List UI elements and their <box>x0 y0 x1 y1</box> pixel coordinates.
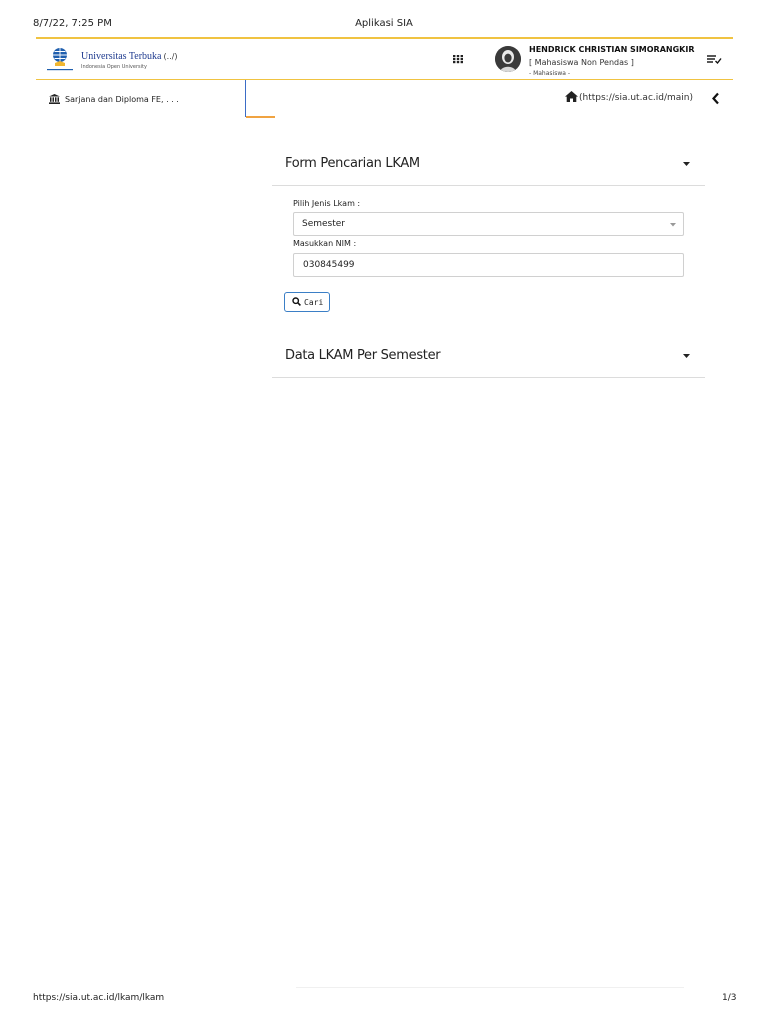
brand-link-suffix[interactable]: (../) <box>163 52 177 61</box>
home-link[interactable]: (https://sia.ut.ac.id/main) <box>565 91 693 103</box>
print-header: 8/7/22, 7:25 PM Aplikasi SIA <box>0 0 768 36</box>
user-avatar[interactable] <box>495 46 521 72</box>
data-section-divider <box>272 377 705 378</box>
menu-check-icon[interactable] <box>706 53 722 65</box>
user-role: [ Mahasiswa Non Pendas ] <box>529 58 634 67</box>
select-arrow-icon <box>670 223 676 227</box>
form-section-divider <box>272 185 705 186</box>
footer-divider <box>296 987 684 988</box>
home-icon <box>565 91 578 102</box>
caret-down-icon[interactable] <box>683 162 690 166</box>
user-silhouette-icon <box>495 46 521 72</box>
nim-label: Masukkan NIM : <box>293 239 357 248</box>
chevron-left-icon[interactable] <box>711 92 720 105</box>
grid-icon[interactable] <box>453 54 463 64</box>
university-logo-icon[interactable] <box>44 46 76 74</box>
accent-underline <box>246 116 275 118</box>
print-title: Aplikasi SIA <box>355 18 413 29</box>
lkam-type-select[interactable]: Semester <box>293 212 684 236</box>
lkam-type-value: Semester <box>302 219 346 229</box>
faculty-label: Sarjana dan Diploma FE, . . . <box>65 95 179 104</box>
print-url: https://sia.ut.ac.id/lkam/lkam <box>33 993 165 1003</box>
brand-tagline: Indonesia Open University <box>81 64 147 70</box>
bank-icon <box>49 94 60 104</box>
user-group: - Mahasiswa - <box>529 70 570 77</box>
home-link-label: (https://sia.ut.ac.id/main) <box>579 93 693 103</box>
lkam-type-label: Pilih Jenis Lkam : <box>293 199 361 208</box>
form-section-title[interactable]: Form Pencarian LKAM <box>285 156 420 171</box>
brand-name[interactable]: Universitas Terbuka (../) <box>81 51 178 62</box>
search-icon <box>292 297 301 306</box>
top-navbar: Universitas Terbuka (../) Indonesia Open … <box>36 37 733 80</box>
user-name: HENDRICK CHRISTIAN SIMORANGKIR <box>529 45 695 54</box>
faculty-breadcrumb[interactable]: Sarjana dan Diploma FE, . . . <box>49 94 179 104</box>
search-button-label: Cari <box>304 298 324 307</box>
search-button[interactable]: Cari <box>284 292 330 312</box>
data-section-title[interactable]: Data LKAM Per Semester <box>285 348 441 363</box>
sidebar-divider <box>245 80 246 117</box>
nim-input[interactable] <box>293 253 684 277</box>
print-page-number: 1/3 <box>722 993 737 1003</box>
caret-down-icon[interactable] <box>683 354 690 358</box>
